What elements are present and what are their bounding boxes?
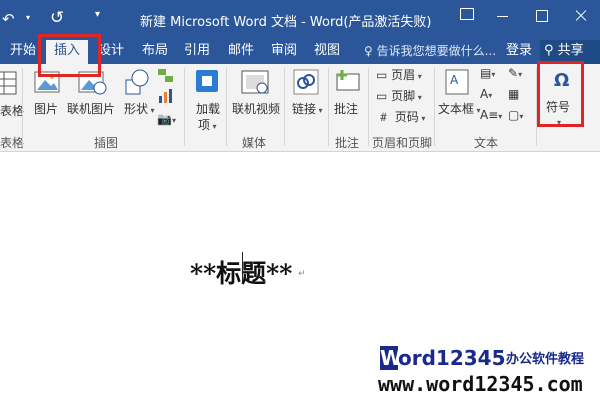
tab-references[interactable]: 引用 — [184, 40, 210, 64]
page-number-button[interactable]: #️ 页码 ▾ — [376, 108, 425, 125]
screenshot-icon[interactable]: 📷▾ — [157, 112, 176, 126]
store-icon[interactable] — [194, 68, 220, 94]
chevron-down-icon: ▾ — [418, 114, 426, 123]
watermark-subtitle: 办公软件教程 — [506, 352, 585, 367]
group-comments: 批注 — [335, 136, 360, 150]
group-illustrations: 插图 — [94, 136, 119, 150]
object-icon[interactable]: ▢▾ — [508, 108, 523, 122]
text-cursor — [242, 252, 243, 282]
tab-view[interactable]: 视图 — [314, 40, 340, 64]
page-number-label: 页码 — [394, 110, 419, 124]
watermark-logo: W ord12345 办公软件教程 — [380, 346, 598, 370]
footer-icon: ▭ — [376, 89, 392, 103]
datetime-icon[interactable]: ▦ — [508, 87, 519, 101]
shapes-icon[interactable] — [120, 68, 150, 98]
group-header-footer: 页眉和页脚 — [372, 136, 433, 150]
footer-label: 页脚 — [391, 89, 416, 103]
table-icon[interactable] — [0, 70, 18, 96]
header-label: 页眉 — [391, 68, 416, 82]
tell-me-text: 告诉我您想要做什么... — [376, 44, 497, 58]
group-text: 文本 — [474, 136, 499, 150]
close-button[interactable] — [570, 6, 592, 26]
shapes-button[interactable]: 形状 ▾ — [124, 100, 155, 117]
maximize-button[interactable] — [531, 6, 553, 26]
separator — [368, 68, 369, 146]
ribbon-display-options-icon[interactable] — [460, 8, 474, 20]
quick-access-dropdown-icon[interactable]: ▾ — [95, 9, 100, 20]
separator — [226, 68, 227, 146]
smartart-icon[interactable] — [157, 68, 175, 84]
wordart-icon[interactable]: A▾ — [480, 87, 492, 101]
tab-design[interactable]: 设计 — [98, 40, 124, 64]
svg-text:A: A — [450, 73, 459, 87]
highlight-insert-tab — [38, 34, 101, 77]
tab-layout[interactable]: 布局 — [142, 40, 168, 64]
textbox-label: 文本框 — [438, 102, 475, 116]
lightbulb-icon: ♀ — [364, 44, 377, 58]
textbox-button[interactable]: 文本框 ▾ — [438, 100, 481, 117]
links-button[interactable]: 链接 ▾ — [292, 100, 323, 117]
shapes-label: 形状 — [124, 102, 149, 116]
tab-review[interactable]: 审阅 — [271, 40, 297, 64]
chevron-down-icon: ▾ — [415, 93, 422, 102]
tab-mailings[interactable]: 邮件 — [228, 40, 254, 64]
paragraph-mark: ↵ — [298, 269, 306, 279]
undo-dropdown-icon[interactable]: ▾ — [26, 13, 30, 22]
sign-in-link[interactable]: 登录 — [506, 40, 532, 62]
quick-parts-icon[interactable]: ▤▾ — [480, 66, 495, 80]
chevron-down-icon: ▾ — [415, 72, 422, 81]
footer-button[interactable]: ▭ 页脚 ▾ — [376, 87, 422, 104]
watermark-brand: ord12345 — [398, 346, 506, 370]
dropcap-icon[interactable]: A≡▾ — [480, 108, 502, 122]
watermark-w: W — [380, 346, 403, 370]
chart-icon[interactable] — [157, 88, 175, 104]
redo-icon[interactable]: ↺ — [50, 8, 64, 28]
group-tables: 表格 — [0, 136, 25, 150]
watermark-url: www.word12345.com — [378, 372, 583, 396]
links-label: 链接 — [292, 102, 317, 116]
online-video-button[interactable]: 联机视频 — [232, 100, 280, 117]
separator — [22, 68, 23, 146]
addins-label-2: 项 ▾ — [198, 118, 217, 132]
signature-line-icon[interactable]: ✎▾ — [508, 66, 522, 80]
person-icon: ⚲ — [544, 43, 558, 58]
chevron-down-icon: ▾ — [316, 106, 323, 115]
chevron-down-icon: ▾ — [148, 106, 155, 115]
separator — [328, 68, 329, 146]
header-button[interactable]: ▭ 页眉 ▾ — [376, 66, 422, 83]
separator — [284, 68, 285, 146]
textbox-icon[interactable]: A — [444, 68, 470, 96]
comment-icon[interactable] — [334, 68, 362, 96]
group-media: 媒体 — [242, 136, 267, 150]
tell-me-search[interactable]: ♀ 告诉我您想要做什么... — [364, 40, 496, 62]
comment-button[interactable]: 批注 — [334, 100, 358, 117]
pictures-button[interactable]: 图片 — [34, 100, 58, 117]
page-number-icon: #️ — [376, 110, 395, 124]
window-title: 新建 Microsoft Word 文档 - Word(产品激活失败) — [140, 15, 432, 30]
ribbon-insert: 表格 表格 图片 联机图片 形状 ▾ 📷▾ 插图 加载 项 ▾ 联机视频 媒体 … — [0, 64, 600, 152]
header-icon: ▭ — [376, 68, 392, 82]
tab-home[interactable]: 开始 — [10, 40, 36, 64]
online-pictures-button[interactable]: 联机图片 — [67, 100, 115, 117]
video-icon[interactable] — [240, 68, 270, 96]
separator — [184, 68, 185, 146]
share-label: 共享 — [557, 43, 584, 58]
minimize-button[interactable] — [492, 6, 514, 26]
highlight-symbol-button — [537, 61, 584, 127]
link-icon[interactable] — [292, 68, 320, 96]
undo-icon[interactable]: ↶ — [2, 10, 15, 28]
separator — [434, 68, 435, 146]
table-button[interactable]: 表格 — [0, 102, 24, 119]
addins-button[interactable]: 加载 — [196, 100, 220, 117]
